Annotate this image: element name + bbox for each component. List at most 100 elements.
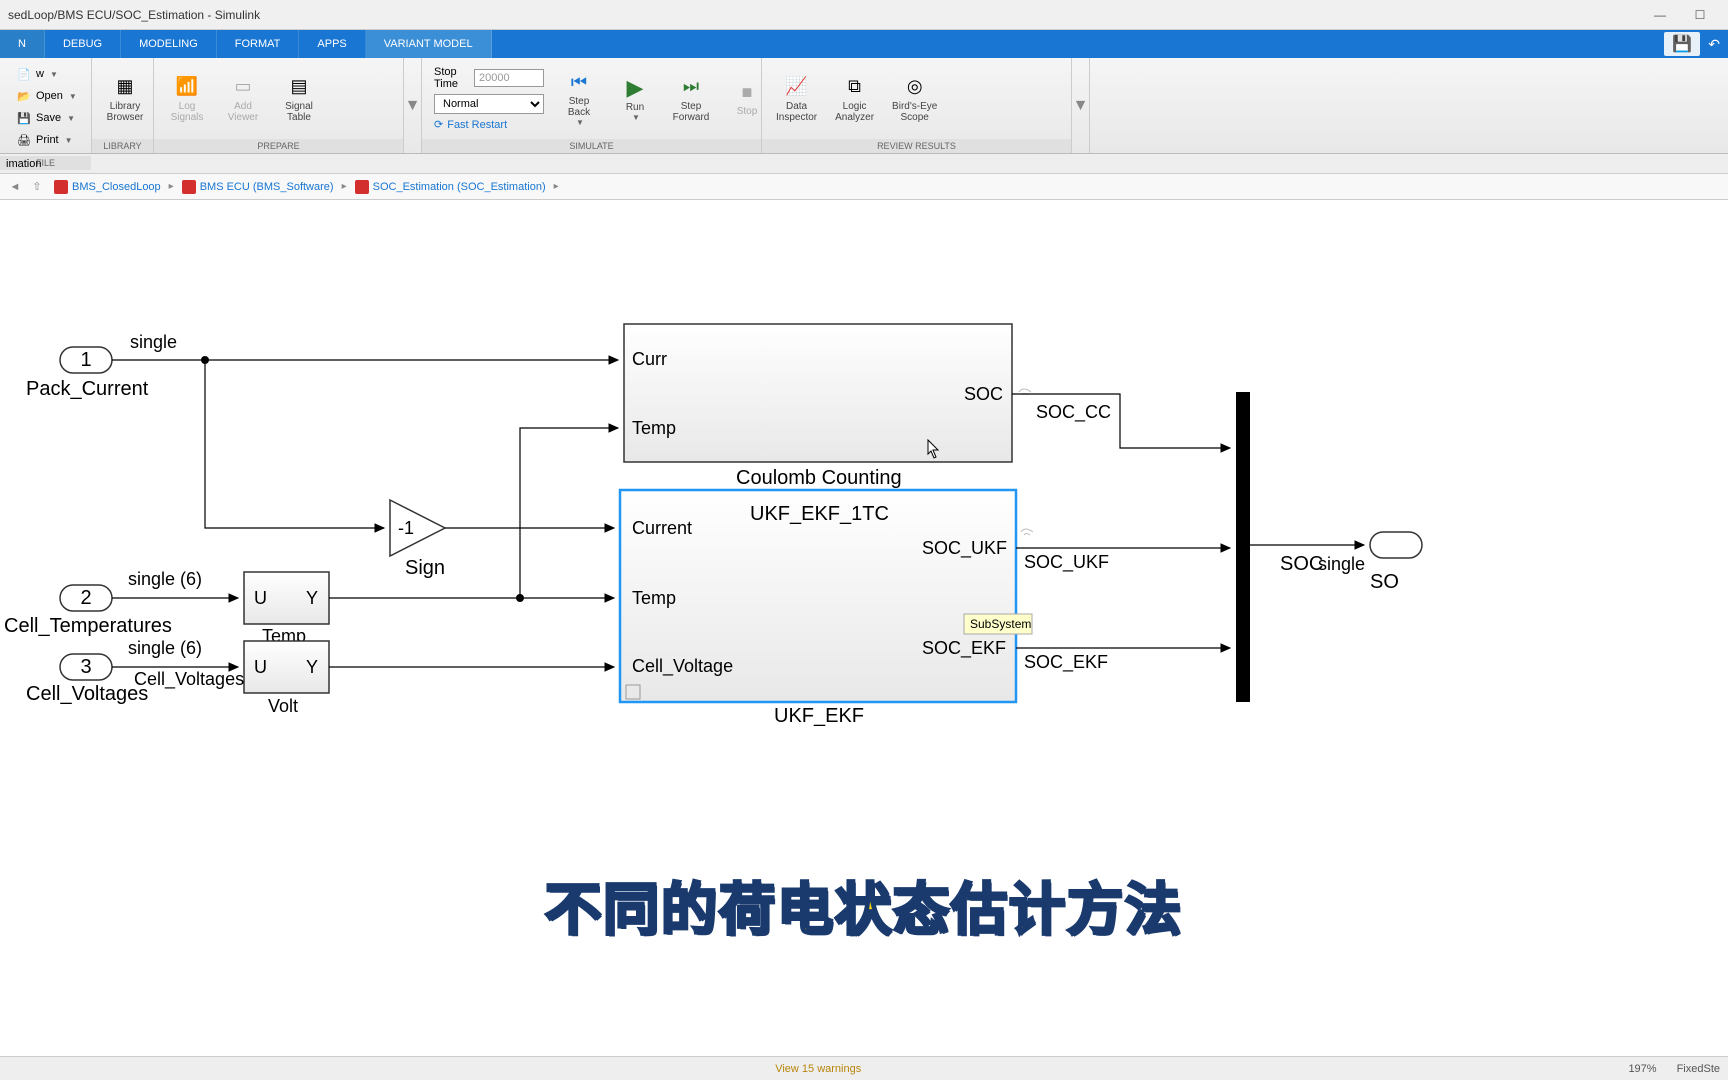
minimize-button[interactable]: —	[1640, 2, 1680, 28]
library-browser-button[interactable]: ▦ Library Browser	[100, 71, 150, 127]
svg-text:Cell_Voltage: Cell_Voltage	[632, 656, 733, 677]
logic-analyzer-button[interactable]: ⧉ Logic Analyzer	[829, 71, 880, 127]
model-canvas[interactable]: 1 single Pack_Current 2 single (6) Cell_…	[0, 200, 1728, 1056]
save-icon[interactable]: 💾	[1664, 32, 1700, 56]
stop-icon: ■	[735, 80, 759, 104]
svg-text:U: U	[254, 657, 267, 677]
svg-text:Curr: Curr	[632, 349, 667, 369]
step-fwd-icon: ⏭	[679, 75, 703, 99]
log-icon: 📶	[175, 75, 199, 99]
breadcrumb-item-0[interactable]: BMS_ClosedLoop	[50, 178, 165, 196]
svg-text:U: U	[254, 588, 267, 608]
sim-mode-select[interactable]: Normal	[434, 94, 544, 114]
svg-text:-1: -1	[398, 518, 414, 538]
signal-cell-voltages-label: Cell_Voltages	[134, 669, 244, 690]
step-back-icon: ⏮	[567, 70, 591, 94]
out-soc-label: SOC	[1280, 553, 1323, 575]
data-inspector-button[interactable]: 📈 Data Inspector	[770, 71, 823, 127]
log-signals-button[interactable]: 📶 Log Signals	[162, 71, 212, 127]
svg-text:Y: Y	[306, 657, 318, 677]
scope-icon: ◎	[903, 75, 927, 99]
subtitle-overlay: 不同的荷电状态估计方法	[545, 865, 1183, 946]
fast-restart-button[interactable]: ⟳ Fast Restart	[434, 118, 544, 131]
svg-text:SOC: SOC	[964, 384, 1003, 404]
datatype-label: single	[130, 332, 177, 352]
datatype-label: single (6)	[128, 638, 202, 658]
gain-label: Sign	[405, 557, 445, 579]
tab-modeling[interactable]: MODELING	[121, 30, 217, 58]
birds-eye-scope-button[interactable]: ◎ Bird's-Eye Scope	[886, 71, 943, 127]
coulomb-block-name: Coulomb Counting	[736, 467, 902, 489]
signal-soc-ekf-label: SOC_EKF	[1024, 652, 1108, 673]
logic-icon: ⧉	[843, 75, 867, 99]
open-button[interactable]: 📂Open▼	[10, 86, 83, 106]
viewer-icon: ▭	[231, 75, 255, 99]
inport-2[interactable]: 2	[60, 585, 112, 611]
chevron-right-icon: ▸	[342, 181, 347, 192]
simulate-group-label: SIMULATE	[422, 139, 761, 153]
model-icon	[54, 180, 68, 194]
inport-1[interactable]: 1	[60, 347, 112, 373]
svg-text:Temp: Temp	[632, 588, 676, 608]
signal-soc-ukf-label: SOC_UKF	[1024, 552, 1109, 573]
undo-icon[interactable]: ↶	[1708, 36, 1720, 53]
table-icon: ▤	[287, 75, 311, 99]
mux-block[interactable]	[1236, 392, 1250, 702]
run-button[interactable]: ▶ Run ▼	[610, 72, 660, 126]
selector-temp-block[interactable]: U Y	[244, 572, 329, 624]
tab-format[interactable]: FORMAT	[217, 30, 300, 58]
warnings-link[interactable]: View 15 warnings	[8, 1063, 1628, 1075]
tab-bar: N DEBUG MODELING FORMAT APPS VARIANT MOD…	[0, 30, 1728, 58]
svg-text:Y: Y	[306, 588, 318, 608]
inport-3-name: Cell_Voltages	[26, 683, 148, 705]
gain-block[interactable]: -1	[390, 500, 445, 556]
tab-debug[interactable]: DEBUG	[45, 30, 121, 58]
ribbon: 📄w▼ 📂Open▼ 💾Save▼ 🖨Print▼ FILE ▦ Library…	[0, 58, 1728, 154]
out-dt-label: single	[1318, 554, 1365, 574]
solver-label: FixedSte	[1677, 1063, 1720, 1075]
model-tab-label[interactable]: imation	[6, 158, 41, 170]
ribbon-expand-2[interactable]: ▼	[1072, 58, 1090, 153]
svg-text:UKF_EKF_1TC: UKF_EKF_1TC	[750, 503, 889, 525]
svg-text:2: 2	[80, 587, 91, 609]
coulomb-counting-block[interactable]: Curr Temp SOC	[624, 324, 1012, 462]
step-forward-button[interactable]: ⏭ Step Forward	[666, 71, 716, 127]
chevron-right-icon: ▸	[554, 181, 559, 192]
svg-text:SubSystem: SubSystem	[970, 617, 1031, 631]
tooltip: SubSystem	[964, 614, 1032, 634]
datatype-label: single (6)	[128, 569, 202, 589]
breadcrumb-item-2[interactable]: SOC_Estimation (SOC_Estimation)	[351, 178, 550, 196]
inport-3[interactable]: 3	[60, 654, 112, 680]
step-back-button[interactable]: ⏮ Step Back ▼	[554, 66, 604, 131]
stoptime-input[interactable]	[474, 69, 544, 87]
ukf-ekf-block[interactable]: UKF_EKF_1TC Current Temp Cell_Voltage SO…	[620, 490, 1016, 702]
ukf-ekf-block-name: UKF_EKF	[774, 705, 864, 727]
ribbon-expand[interactable]: ▼	[404, 58, 422, 153]
inport-1-name: Pack_Current	[26, 378, 149, 400]
model-icon	[182, 180, 196, 194]
out-name-cut: SO	[1370, 571, 1399, 593]
print-button[interactable]: 🖨Print▼	[10, 130, 83, 150]
bc-back-button[interactable]: ◄	[6, 178, 24, 196]
add-viewer-button[interactable]: ▭ Add Viewer	[218, 71, 268, 127]
tab-variant-model[interactable]: VARIANT MODEL	[366, 30, 492, 58]
zoom-level[interactable]: 197%	[1628, 1063, 1656, 1075]
tab-hidden[interactable]: N	[0, 30, 45, 58]
selector-volt-label: Volt	[268, 696, 298, 716]
svg-text:1: 1	[80, 349, 91, 371]
breadcrumb-item-1[interactable]: BMS ECU (BMS_Software)	[178, 178, 338, 196]
fast-restart-icon: ⟳	[434, 118, 443, 131]
play-icon: ▶	[623, 76, 647, 100]
selector-volt-block[interactable]: U Y	[244, 641, 329, 693]
bc-up-button[interactable]: ⇧	[28, 178, 46, 196]
stoptime-label: Stop Time	[434, 66, 468, 90]
maximize-button[interactable]: ☐	[1680, 2, 1720, 28]
svg-text:Temp: Temp	[632, 418, 676, 438]
stream-icon	[1021, 529, 1033, 535]
save-button[interactable]: 💾Save▼	[10, 108, 83, 128]
outport-soc[interactable]	[1370, 532, 1422, 558]
secondary-toolbar: imation	[0, 154, 1728, 174]
tab-apps[interactable]: APPS	[299, 30, 365, 58]
signal-table-button[interactable]: ▤ Signal Table	[274, 71, 324, 127]
new-button[interactable]: 📄w▼	[10, 64, 83, 84]
